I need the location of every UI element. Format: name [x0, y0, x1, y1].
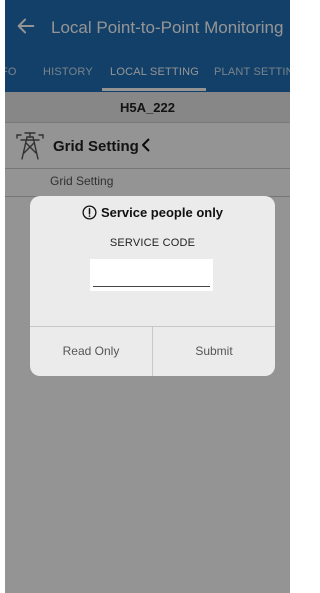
service-code-label: SERVICE CODE	[109, 237, 196, 249]
info-circle-icon	[82, 205, 97, 220]
submit-button[interactable]: Submit	[153, 327, 275, 376]
dialog-title: Service people only	[30, 205, 275, 225]
app-screen: Local Point-to-Point Monitoring FO HISTO…	[5, 0, 290, 593]
input-underline	[93, 286, 210, 287]
dialog-title-text: Service people only	[100, 205, 224, 220]
read-only-button[interactable]: Read Only	[30, 327, 152, 376]
service-code-dialog: Service people only SERVICE CODE Read On…	[30, 196, 275, 376]
